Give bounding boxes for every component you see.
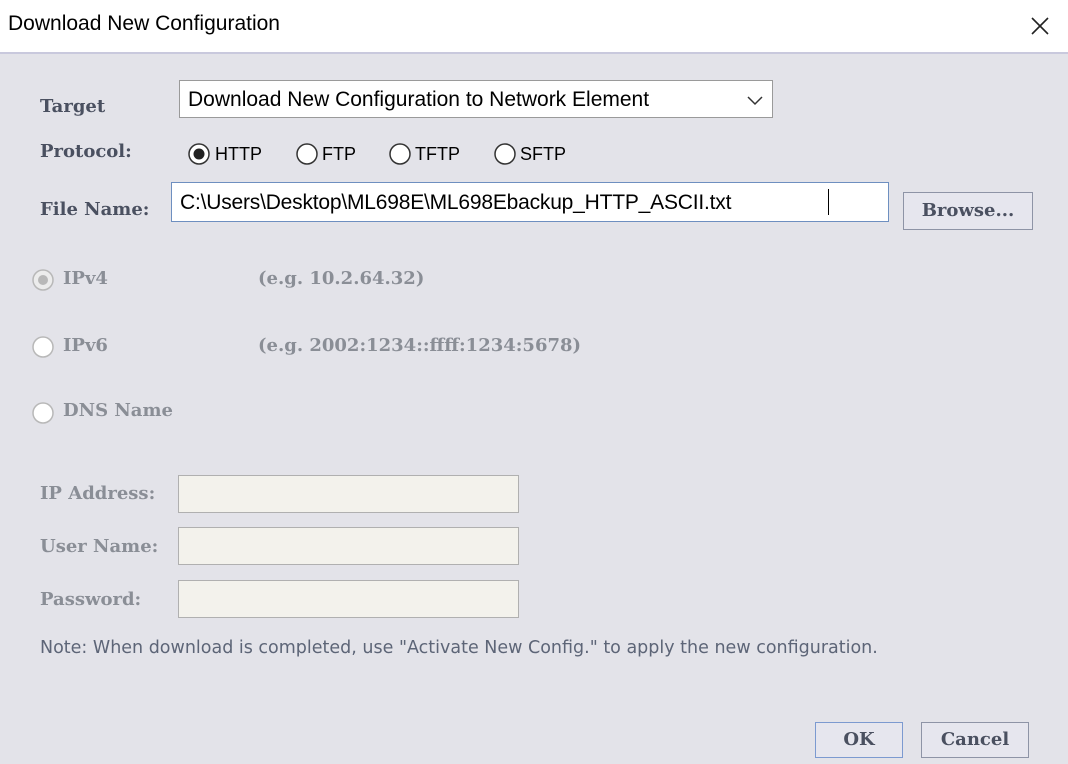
file-name-label: File Name: (40, 199, 150, 220)
protocol-http-label: HTTP (215, 144, 262, 164)
protocol-tftp-label: TFTP (415, 144, 460, 164)
target-selected-value: Download New Configuration to Network El… (188, 88, 650, 111)
target-label: Target (40, 96, 106, 117)
ok-button[interactable]: OK (815, 722, 903, 758)
protocol-ftp-label: FTP (322, 144, 356, 164)
password-input[interactable] (178, 580, 519, 618)
protocol-sftp-label: SFTP (520, 144, 567, 164)
user-name-input[interactable] (178, 527, 519, 565)
browse-button[interactable]: Browse... (903, 192, 1033, 230)
protocol-label: Protocol: (40, 141, 132, 162)
address-ipv6-radio[interactable] (31, 335, 55, 359)
info-note: Note: When download is completed, use "A… (40, 638, 878, 658)
ip-address-label: IP Address: (40, 483, 156, 504)
ip-address-input[interactable] (178, 475, 519, 513)
address-dns-label: DNS Name (63, 400, 173, 421)
title-bar: Download New Configuration (0, 0, 1068, 52)
address-ipv4-label: IPv4 (63, 268, 108, 289)
file-name-input[interactable]: C:\Users\Desktop\ML698E\ML698Ebackup_HTT… (171, 182, 889, 222)
protocol-http-radio[interactable] (187, 142, 211, 166)
protocol-tftp-radio[interactable] (388, 142, 412, 166)
chevron-down-icon (747, 96, 763, 106)
protocol-ftp-radio[interactable] (295, 142, 319, 166)
target-dropdown[interactable]: Download New Configuration to Network El… (179, 80, 773, 118)
close-icon[interactable] (1022, 8, 1058, 44)
address-ipv6-label: IPv6 (63, 335, 108, 356)
window-title: Download New Configuration (8, 12, 280, 35)
ipv6-example-text: (e.g. 2002:1234::ffff:1234:5678) (258, 335, 582, 356)
address-ipv4-radio[interactable] (31, 268, 55, 292)
cancel-button[interactable]: Cancel (921, 722, 1029, 758)
user-name-label: User Name: (40, 536, 159, 557)
password-label: Password: (40, 589, 142, 610)
address-dns-radio[interactable] (31, 401, 55, 425)
ipv4-example-text: (e.g. 10.2.64.32) (258, 268, 425, 289)
file-name-value: C:\Users\Desktop\ML698E\ML698Ebackup_HTT… (180, 191, 732, 214)
text-cursor (828, 189, 829, 215)
protocol-sftp-radio[interactable] (493, 142, 517, 166)
